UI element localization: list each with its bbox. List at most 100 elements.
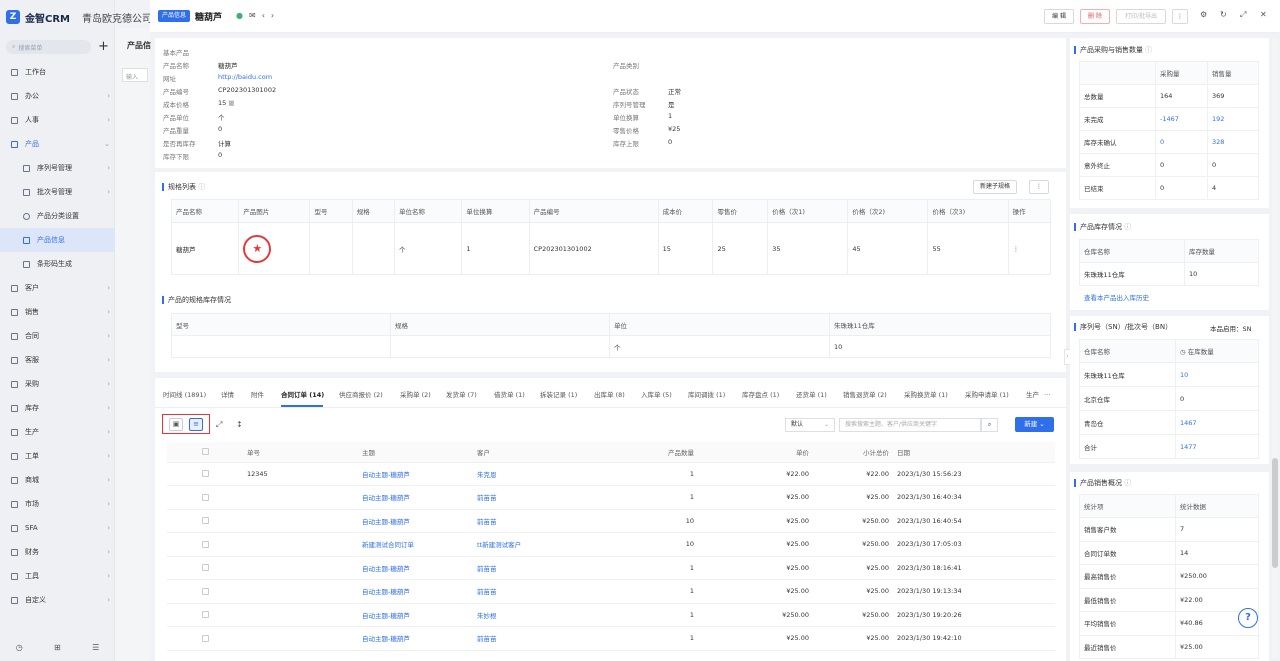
row-checkbox[interactable]	[167, 556, 243, 580]
sidebar-item-hr[interactable]: 人事 ›	[0, 108, 115, 132]
sidebar-item-tools[interactable]: 工具 ›	[0, 564, 115, 588]
row-checkbox[interactable]	[167, 603, 243, 627]
sidebar-item-customer[interactable]: 客户 ›	[0, 276, 115, 300]
next-icon[interactable]: ›	[271, 11, 274, 20]
sidebar-item-service[interactable]: 客服 ›	[0, 348, 115, 372]
product-stamp-image[interactable]: ★	[243, 234, 272, 263]
table-icon[interactable]: ▦	[228, 99, 234, 107]
customer-link[interactable]: 朱克恩	[473, 462, 583, 486]
close-icon[interactable]: ✕	[1260, 10, 1267, 19]
history-icon[interactable]: ◷	[16, 643, 23, 652]
table-row[interactable]: 自动主题-糖葫芦 前苗苗 1 ¥25.00 ¥25.00 2023/1/30 16:40:…	[167, 485, 1055, 510]
sort-select[interactable]: 默认 ⌄	[785, 418, 835, 432]
tab-attachments[interactable]: 附件	[251, 389, 264, 399]
cell-link[interactable]: 1467	[1175, 410, 1259, 435]
cell-link[interactable]: 10	[1175, 362, 1259, 387]
row-checkbox[interactable]	[167, 532, 243, 557]
tab-details[interactable]: 详情	[221, 389, 234, 399]
print-export-button[interactable]: 打印/批导出	[1116, 9, 1166, 24]
customer-link[interactable]: 前苗苗	[473, 556, 583, 580]
delete-button[interactable]: 删 除	[1080, 9, 1110, 24]
company-name[interactable]: 青岛欧克德公司	[82, 10, 152, 25]
sidebar-item-workorder[interactable]: 工单 ›	[0, 444, 115, 468]
tab-sales-returns[interactable]: 销售退货单 (2)	[843, 389, 887, 399]
order-subject-link[interactable]: 自动主题-糖葫芦	[358, 485, 473, 510]
table-row[interactable]: 自动主题-糖葫芦 前苗苗 1 ¥25.00 ¥25.00 2023/1/30 19:42:…	[167, 626, 1055, 651]
cell-link[interactable]: 192	[1207, 107, 1259, 131]
sidebar-item-production[interactable]: 生产 ›	[0, 420, 115, 444]
tab-more[interactable]: …	[1044, 389, 1051, 397]
sidebar-item-sales[interactable]: 销售 ›	[0, 300, 115, 324]
scrollbar-thumb[interactable]	[1272, 458, 1278, 568]
tab-transfer[interactable]: 库间调拨 (1)	[688, 389, 725, 399]
tab-assembly-records[interactable]: 拆装记录 (1)	[540, 389, 577, 399]
order-subject-link[interactable]: 自动主题-糖葫芦	[358, 509, 473, 533]
tab-purchase-orders[interactable]: 采购单 (2)	[400, 389, 431, 399]
sidebar-item-product-info[interactable]: 产品信息	[0, 228, 115, 252]
settings-icon[interactable]: ⚙	[1200, 10, 1207, 19]
sort-icon[interactable]: ↕	[236, 420, 243, 429]
new-order-button[interactable]: 新建 ⌄	[1015, 417, 1054, 432]
tab-inbound[interactable]: 入库单 (5)	[641, 389, 672, 399]
tab-supplier-quotes[interactable]: 供应商报价 (2)	[339, 389, 383, 399]
layout-icon[interactable]: ⊞	[54, 643, 61, 652]
order-search-input[interactable]: 搜索搜索主题、客户/供应商关键字	[839, 418, 981, 432]
refresh-icon[interactable]: ↻	[1220, 10, 1227, 19]
sidebar-item-batch[interactable]: 批次号管理 ›	[0, 180, 115, 204]
tab-loan-notes[interactable]: 借货单 (1)	[494, 389, 525, 399]
website-link[interactable]: http://baidu.com	[218, 73, 272, 81]
tab-timeline[interactable]: 时间线 (1891)	[163, 389, 206, 399]
sidebar-item-inventory[interactable]: 库存 ›	[0, 396, 115, 420]
sidebar-item-category[interactable]: 产品分类设置	[0, 204, 115, 228]
tab-stocktake[interactable]: 库存盘点 (1)	[742, 389, 779, 399]
customer-link[interactable]: 前苗苗	[473, 485, 583, 510]
order-subject-link[interactable]: 自动主题-糖葫芦	[358, 556, 473, 580]
sidebar-item-product[interactable]: 产品 ⌄	[0, 132, 115, 156]
table-row[interactable]: 自动主题-糖葫芦 前苗苗 1 ¥25.00 ¥25.00 2023/1/30 18:16:…	[167, 556, 1055, 580]
cell-link[interactable]: 1477	[1175, 434, 1259, 459]
prev-icon[interactable]: ‹	[262, 11, 265, 20]
row-checkbox[interactable]	[167, 485, 243, 510]
sidebar-item-sfa[interactable]: SFA ›	[0, 516, 115, 540]
menu-search-input[interactable]: ⌕ 搜索菜单	[6, 40, 91, 54]
tab-purchase-exchange[interactable]: 采购换货单 (1)	[904, 389, 948, 399]
cell-link[interactable]: -1467	[1155, 107, 1208, 131]
customer-link[interactable]: 前苗苗	[473, 509, 583, 533]
fullscreen-icon[interactable]: ⤢	[1240, 10, 1246, 20]
app-logo[interactable]: Z 金智CRM	[6, 8, 70, 26]
row-checkbox[interactable]	[167, 579, 243, 604]
help-button[interactable]: ?	[1238, 608, 1258, 628]
collapse-icon[interactable]: ☰	[92, 643, 99, 652]
table-row[interactable]: 自动主题-糖葫芦 前苗苗 1 ¥25.00 ¥25.00 2023/1/30 19:13:…	[167, 579, 1055, 604]
sidebar-item-serial[interactable]: 序列号管理 ›	[0, 156, 115, 180]
row-checkbox[interactable]	[167, 626, 243, 651]
add-button[interactable]: +	[98, 39, 109, 54]
row-checkbox[interactable]	[167, 462, 243, 486]
order-subject-link[interactable]: 自动主题-糖葫芦	[358, 579, 473, 604]
tab-delivery-notes[interactable]: 发货单 (7)	[446, 389, 477, 399]
more-button[interactable]: ⋮	[1172, 9, 1188, 24]
tab-contract-orders[interactable]: 合同订单 (14)	[281, 389, 324, 399]
new-sub-spec-button[interactable]: 新建子规格	[973, 180, 1018, 194]
row-actions-icon[interactable]: ⋮	[1007, 222, 1052, 275]
edit-button[interactable]: 编 辑	[1044, 9, 1074, 24]
tab-outbound[interactable]: 出库单 (8)	[594, 389, 625, 399]
customer-link[interactable]: 朱妙根	[473, 603, 583, 627]
tab-production[interactable]: 生产	[1026, 389, 1039, 399]
order-subject-link[interactable]: 新建测试合同订单	[358, 532, 473, 557]
sidebar-item-purchase[interactable]: 采购 ›	[0, 372, 115, 396]
tab-return-goods[interactable]: 还货单 (1)	[796, 389, 827, 399]
row-checkbox[interactable]	[167, 509, 243, 533]
cell-link[interactable]: 328	[1207, 130, 1259, 154]
sidebar-item-workbench[interactable]: 工作台	[0, 60, 115, 84]
sidebar-item-office[interactable]: 办公 ›	[0, 84, 115, 108]
spec-more-button[interactable]: ⋮	[1029, 180, 1049, 194]
search-icon[interactable]: ⌕	[981, 418, 998, 432]
stock-history-link[interactable]: 查看本产品出入库历史	[1084, 292, 1149, 302]
cell-link[interactable]: 0	[1155, 130, 1208, 154]
tab-purchase-requests[interactable]: 采购申请单 (1)	[965, 389, 1009, 399]
sidebar-item-barcode[interactable]: 条形码生成	[0, 252, 115, 276]
sidebar-item-custom[interactable]: 自定义 ›	[0, 588, 115, 612]
order-subject-link[interactable]: 自动主题-糖葫芦	[358, 462, 473, 486]
table-row[interactable]: 自动主题-糖葫芦 朱妙根 1 ¥250.00 ¥250.00 2023/1/30 19:2…	[167, 603, 1055, 627]
